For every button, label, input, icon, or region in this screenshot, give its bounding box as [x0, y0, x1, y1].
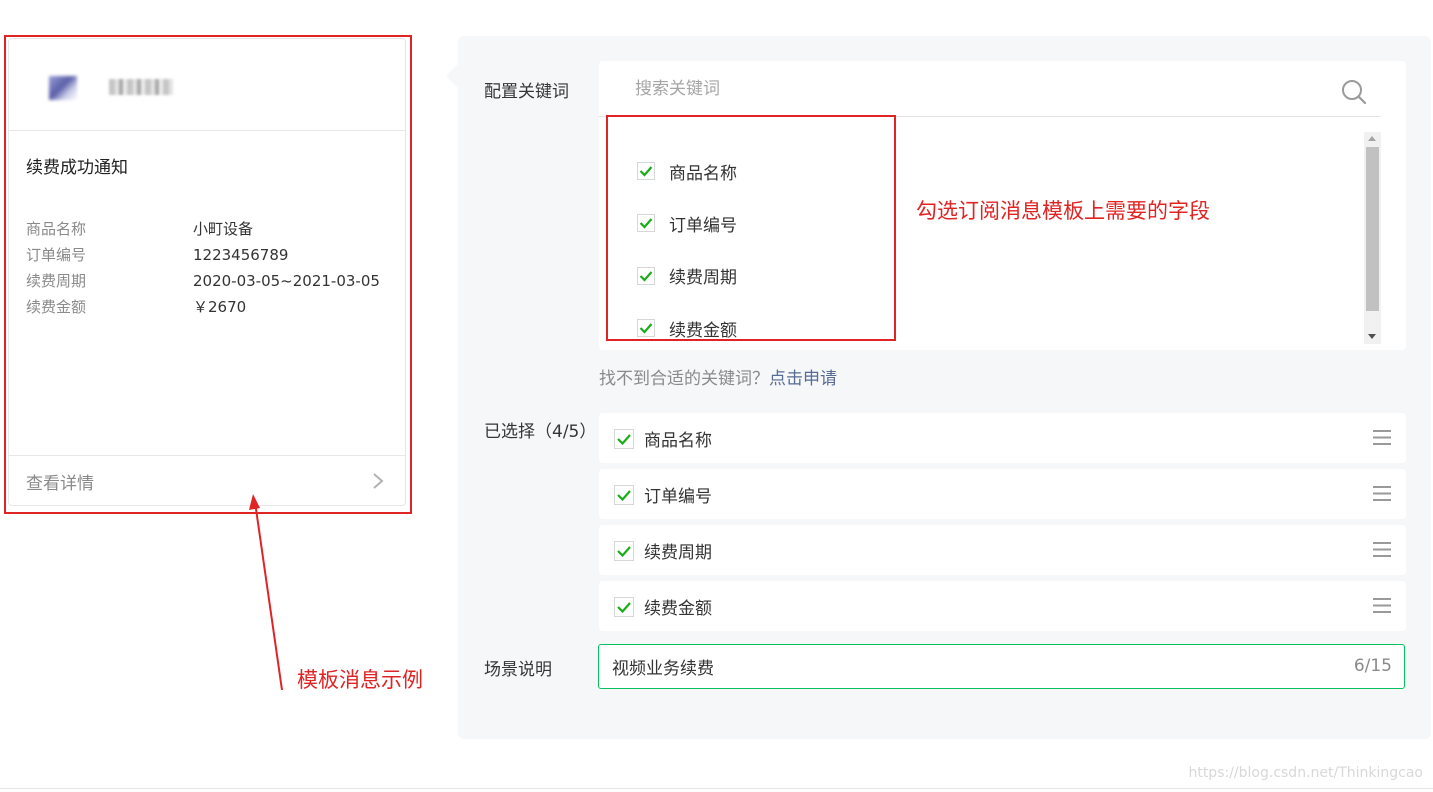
annotation-template-example: 模板消息示例: [297, 668, 423, 692]
card-field-list: 商品名称 小町设备 订单编号 1223456789 续费周期 2020-03-0…: [26, 216, 380, 320]
scene-description-field: 6/15: [598, 644, 1405, 689]
selected-keyword-label: 订单编号: [644, 487, 712, 507]
checkbox-checked-icon[interactable]: [614, 485, 634, 505]
watermark: https://blog.csdn.net/Thinkingcao: [1188, 765, 1423, 781]
keyword-row-label: 配置关键词: [484, 82, 569, 102]
annotation-keyword-hint: 勾选订阅消息模板上需要的字段: [916, 199, 1210, 223]
selected-row-label: 已选择（4/5）: [484, 422, 597, 442]
keyword-list-scrollbar[interactable]: [1364, 132, 1381, 344]
selected-keyword-item[interactable]: 订单编号: [599, 469, 1406, 519]
field-label: 商品名称: [26, 220, 87, 238]
account-avatar: [49, 76, 77, 100]
checkbox-checked-icon[interactable]: [637, 162, 655, 181]
card-field-row: 商品名称 小町设备: [26, 216, 380, 242]
selected-keyword-label: 续费金额: [644, 599, 712, 619]
scroll-down-icon[interactable]: [1368, 334, 1376, 339]
view-details-link[interactable]: 查看详情: [9, 455, 405, 505]
char-counter: 6/15: [1353, 656, 1392, 676]
checkbox-checked-icon[interactable]: [614, 429, 634, 449]
scene-row-label: 场景说明: [484, 660, 552, 680]
keyword-list: 商品名称 订单编号 续费周期 续费金额: [637, 145, 737, 354]
checkbox-checked-icon[interactable]: [614, 597, 634, 617]
selected-keyword-list: 商品名称 订单编号 续费周期 续费金额: [599, 413, 1406, 637]
drag-handle-icon[interactable]: [1373, 542, 1391, 557]
hint-text: 找不到合适的关键词？: [599, 369, 769, 389]
template-preview-card: 续费成功通知 商品名称 小町设备 订单编号 1223456789 续费周期 20…: [8, 38, 406, 506]
field-label: 订单编号: [26, 246, 87, 264]
view-details-label: 查看详情: [26, 474, 94, 494]
selected-keyword-item[interactable]: 续费金额: [599, 581, 1406, 631]
card-field-row: 续费周期 2020-03-05~2021-03-05: [26, 268, 380, 294]
card-field-row: 订单编号 1223456789: [26, 242, 380, 268]
checkbox-checked-icon[interactable]: [637, 319, 655, 338]
account-name-blurred: [109, 79, 173, 95]
keyword-option[interactable]: 续费金额: [637, 302, 737, 354]
keyword-request-hint: 找不到合适的关键词？点击申请: [599, 364, 837, 389]
scene-description-input[interactable]: [599, 645, 1329, 688]
keyword-label: 续费金额: [669, 320, 737, 341]
apply-keyword-link[interactable]: 点击申请: [769, 369, 837, 389]
checkbox-checked-icon[interactable]: [637, 214, 655, 233]
drag-handle-icon[interactable]: [1373, 598, 1391, 613]
selected-keyword-label: 续费周期: [644, 543, 712, 563]
keyword-option[interactable]: 商品名称: [637, 145, 737, 197]
card-header: [9, 39, 405, 131]
field-label: 续费周期: [26, 272, 87, 290]
keyword-option[interactable]: 续费周期: [637, 250, 737, 302]
chevron-right-icon: [373, 473, 384, 489]
keyword-label: 商品名称: [669, 163, 737, 184]
checkbox-checked-icon[interactable]: [637, 266, 655, 285]
checkbox-checked-icon[interactable]: [614, 541, 634, 561]
page-divider: [0, 788, 1433, 789]
annotation-arrow-icon: [249, 494, 283, 691]
card-field-row: 续费金额 ￥2670: [26, 294, 380, 320]
field-value: 小町设备: [193, 220, 254, 238]
keyword-label: 续费周期: [669, 268, 737, 289]
field-value: 2020-03-05~2021-03-05: [193, 272, 380, 290]
field-value: 1223456789: [193, 246, 289, 264]
drag-handle-icon[interactable]: [1373, 486, 1391, 501]
card-title: 续费成功通知: [26, 158, 128, 178]
panel-pointer: [446, 64, 458, 88]
keyword-search-input[interactable]: [599, 61, 1381, 117]
selected-keyword-item[interactable]: 续费周期: [599, 525, 1406, 575]
scroll-thumb[interactable]: [1366, 147, 1379, 311]
drag-handle-icon[interactable]: [1373, 430, 1391, 445]
scroll-up-icon[interactable]: [1368, 136, 1376, 141]
field-value: ￥2670: [193, 298, 247, 316]
selected-keyword-item[interactable]: 商品名称: [599, 413, 1406, 463]
keyword-option[interactable]: 订单编号: [637, 197, 737, 249]
search-icon[interactable]: [1340, 78, 1368, 106]
selected-keyword-label: 商品名称: [644, 431, 712, 451]
keyword-label: 订单编号: [669, 215, 737, 236]
field-label: 续费金额: [26, 298, 87, 316]
